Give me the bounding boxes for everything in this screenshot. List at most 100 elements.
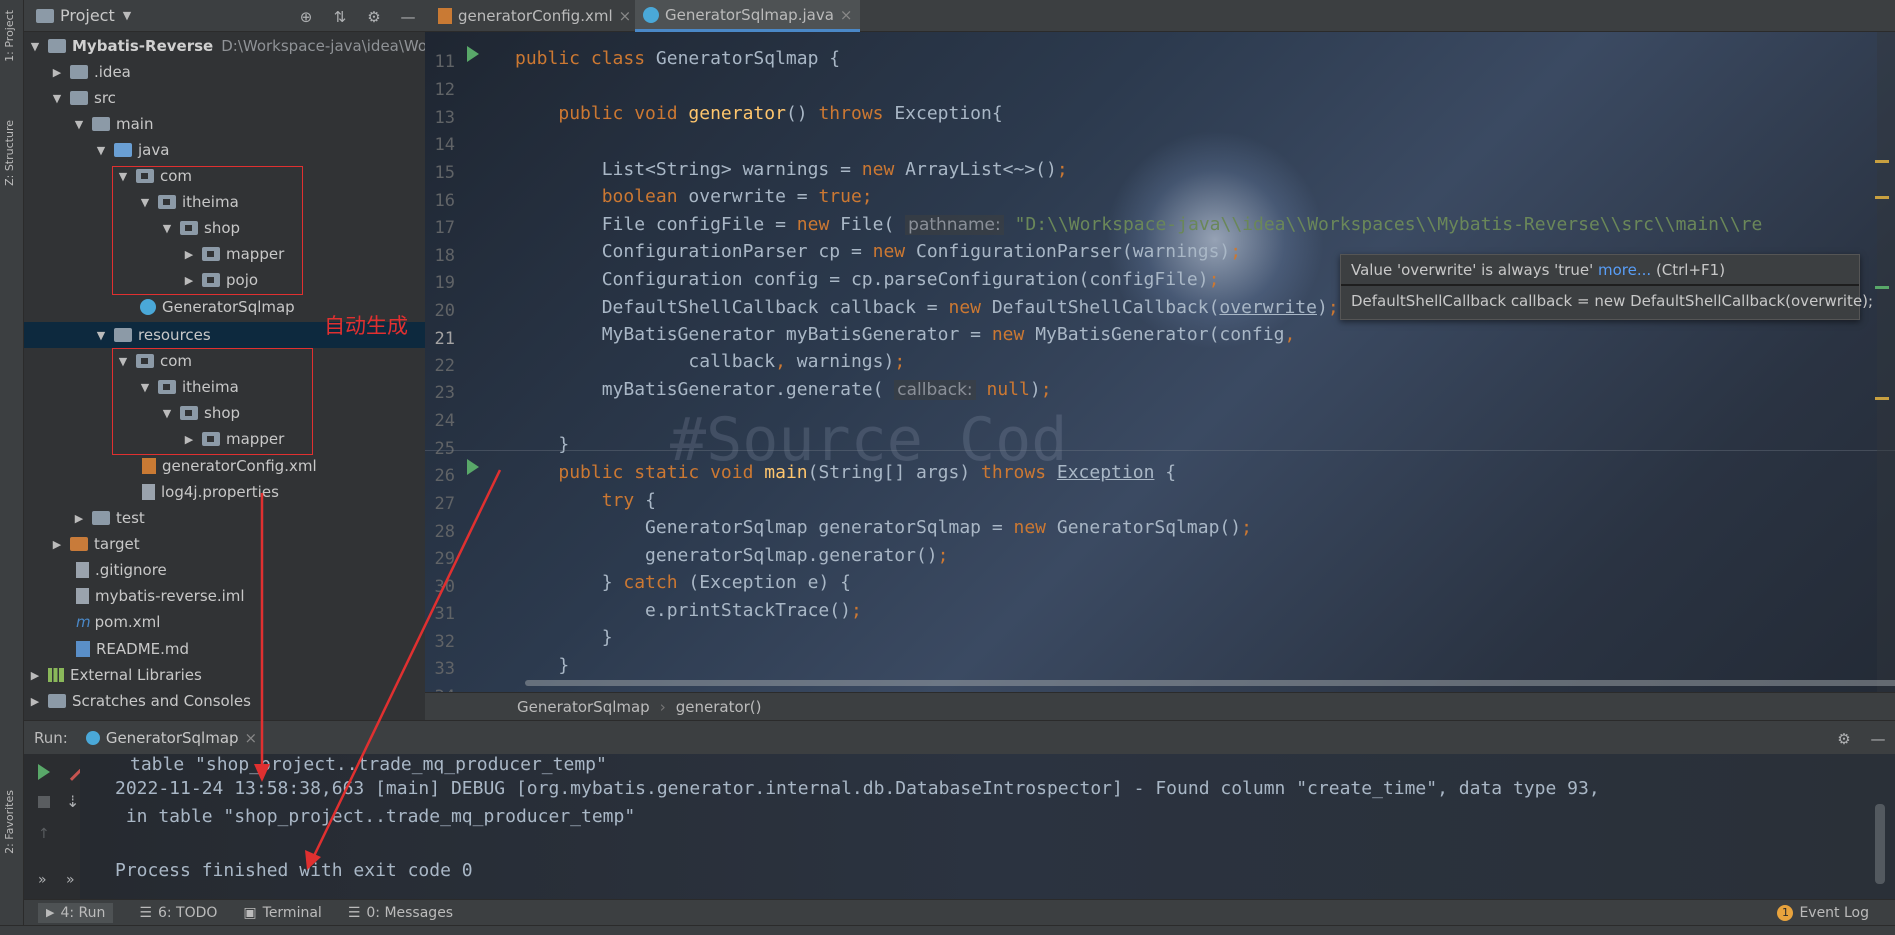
tree-item-src[interactable]: ▼ src xyxy=(50,85,116,111)
warning-marker[interactable] xyxy=(1875,397,1889,400)
run-class-icon[interactable] xyxy=(467,46,479,62)
close-icon[interactable]: × xyxy=(619,7,632,25)
console-line: table "shop_project..trade_mq_producer_t… xyxy=(130,754,607,775)
run-toolbar: ⇣ ↑ » » xyxy=(24,754,82,899)
pencil-icon[interactable] xyxy=(62,761,82,781)
tree-item-main[interactable]: ▼ main xyxy=(72,111,154,137)
tree-item-generatorconfig[interactable]: generatorConfig.xml xyxy=(142,453,317,479)
tree-item-label: Mybatis-Reverse xyxy=(72,37,214,55)
favorites-tool-tab[interactable]: 2: Favorites xyxy=(3,790,16,854)
messages-tool-button[interactable]: ☰ 0: Messages xyxy=(348,905,453,921)
gear-icon[interactable]: ⚙ xyxy=(1836,730,1852,748)
breadcrumb-method[interactable]: generator() xyxy=(676,698,762,716)
warning-marker[interactable] xyxy=(1875,196,1889,199)
project-panel-header: Project ▼ ⊕ ⇅ ⚙ — xyxy=(24,0,425,32)
expand-icon[interactable]: » xyxy=(38,872,47,888)
tree-item-log4j[interactable]: log4j.properties xyxy=(142,479,279,505)
expand-icon[interactable]: » xyxy=(66,872,75,888)
line-number: 13 xyxy=(434,108,455,128)
java-class-icon xyxy=(140,299,156,315)
sort-icon[interactable]: ⇣ xyxy=(66,792,79,811)
code-editor[interactable]: #Source Cod generatorConfig.xml × Genera… xyxy=(425,0,1895,720)
chevron-right-icon[interactable]: ▶ xyxy=(72,512,86,525)
tree-item-scratches[interactable]: ▶ Scratches and Consoles xyxy=(28,688,251,714)
breadcrumb-class[interactable]: GeneratorSqlmap xyxy=(517,698,650,716)
chevron-down-icon[interactable]: ▼ xyxy=(72,118,86,131)
tree-item-external-libraries[interactable]: ▶ External Libraries xyxy=(28,662,202,688)
close-icon[interactable]: × xyxy=(245,729,258,747)
tree-item-idea[interactable]: ▶ .idea xyxy=(50,59,131,85)
tree-item-test[interactable]: ▶ test xyxy=(72,505,145,531)
tab-generatorsqlmap[interactable]: GeneratorSqlmap.java × xyxy=(635,0,861,32)
folder-icon xyxy=(92,511,110,525)
chevron-right-icon[interactable]: ▶ xyxy=(50,66,64,79)
todo-tool-button[interactable]: ☰ 6: TODO xyxy=(139,905,217,921)
tree-item-gitignore[interactable]: .gitignore xyxy=(76,557,167,583)
collapse-all-icon[interactable]: ⇅ xyxy=(332,8,348,26)
run-tool-button[interactable]: ▶ 4: Run xyxy=(38,902,114,923)
close-icon[interactable]: × xyxy=(840,6,853,24)
rerun-icon[interactable] xyxy=(38,764,50,780)
tree-item-generatorsqlmap[interactable]: GeneratorSqlmap xyxy=(140,294,295,320)
tree-item-pom[interactable]: m pom.xml xyxy=(76,609,160,635)
terminal-tool-button[interactable]: ▣ Terminal xyxy=(243,905,321,921)
scroll-up-icon[interactable]: ↑ xyxy=(38,826,50,842)
event-log-button[interactable]: 1 Event Log xyxy=(1777,904,1869,921)
code-line: } xyxy=(515,434,570,455)
code-line: public void generator() throws Exception… xyxy=(558,103,1003,124)
code-line: generatorSqlmap.generator(); xyxy=(515,545,949,566)
tree-item-java[interactable]: ▼ java xyxy=(94,137,170,163)
line-number: 18 xyxy=(434,246,455,266)
console-output[interactable]: table "shop_project..trade_mq_producer_t… xyxy=(80,754,1895,899)
tooltip-header: Value 'overwrite' is always 'true' more.… xyxy=(1341,255,1859,286)
project-panel-title[interactable]: Project xyxy=(60,6,115,25)
tree-item-readme[interactable]: README.md xyxy=(76,636,189,662)
java-class-icon xyxy=(85,730,100,745)
ok-marker[interactable] xyxy=(1875,286,1889,289)
method-separator xyxy=(425,450,1895,451)
gear-icon[interactable]: ⚙ xyxy=(366,8,382,26)
tree-item-resources[interactable]: ▼ resources xyxy=(94,322,211,348)
play-icon: ▶ xyxy=(46,906,55,919)
horizontal-scrollbar[interactable] xyxy=(525,680,1895,686)
tree-item-root[interactable]: ▼ Mybatis-Reverse D:\Workspace-java\idea… xyxy=(28,33,425,59)
maven-icon: m xyxy=(76,613,91,631)
tooltip-message: Value 'overwrite' is always 'true' xyxy=(1351,261,1594,279)
java-class-icon xyxy=(643,6,659,23)
tooltip-more-link[interactable]: more... xyxy=(1598,261,1651,279)
tree-item-target[interactable]: ▶ target xyxy=(50,531,140,557)
line-number: 27 xyxy=(434,494,455,514)
editor-scrollbar[interactable] xyxy=(1877,32,1895,692)
list-icon: ☰ xyxy=(139,904,152,921)
chevron-right-icon[interactable]: ▶ xyxy=(28,669,42,682)
line-number: 20 xyxy=(434,301,455,321)
tab-generatorconfig[interactable]: generatorConfig.xml × xyxy=(430,0,639,32)
chevron-down-icon[interactable]: ▼ xyxy=(123,9,131,22)
chevron-down-icon[interactable]: ▼ xyxy=(50,92,64,105)
tree-item-label: pom.xml xyxy=(94,613,161,631)
line-number: 21 xyxy=(434,329,455,349)
run-panel-header: Run: GeneratorSqlmap × ⚙ — xyxy=(24,720,1895,754)
chevron-right-icon[interactable]: ▶ xyxy=(50,538,64,551)
folder-icon xyxy=(70,65,88,79)
hide-panel-icon[interactable]: — xyxy=(400,8,416,26)
chevron-down-icon[interactable]: ▼ xyxy=(28,40,42,53)
tree-item-iml[interactable]: mybatis-reverse.iml xyxy=(76,583,245,609)
tree-item-label: src xyxy=(94,89,116,107)
console-scrollbar[interactable] xyxy=(1875,804,1885,884)
hide-panel-icon[interactable]: — xyxy=(1870,730,1886,748)
locate-icon[interactable]: ⊕ xyxy=(298,8,314,26)
structure-tool-tab[interactable]: Z: Structure xyxy=(3,120,16,186)
project-panel: Project ▼ ⊕ ⇅ ⚙ — ▼ Mybatis-Reverse D:\W… xyxy=(24,0,425,720)
file-icon xyxy=(76,562,89,578)
chevron-down-icon[interactable]: ▼ xyxy=(94,144,108,157)
editor-tab-bar: generatorConfig.xml × GeneratorSqlmap.ja… xyxy=(425,0,1895,32)
project-tool-tab[interactable]: 1: Project xyxy=(3,10,16,62)
stop-icon[interactable] xyxy=(38,796,50,808)
tree-item-label: test xyxy=(116,509,145,527)
run-main-icon[interactable] xyxy=(467,459,479,475)
chevron-down-icon[interactable]: ▼ xyxy=(94,329,108,342)
run-config-tab[interactable]: GeneratorSqlmap xyxy=(106,729,239,747)
chevron-right-icon[interactable]: ▶ xyxy=(28,695,42,708)
warning-marker[interactable] xyxy=(1875,160,1889,163)
